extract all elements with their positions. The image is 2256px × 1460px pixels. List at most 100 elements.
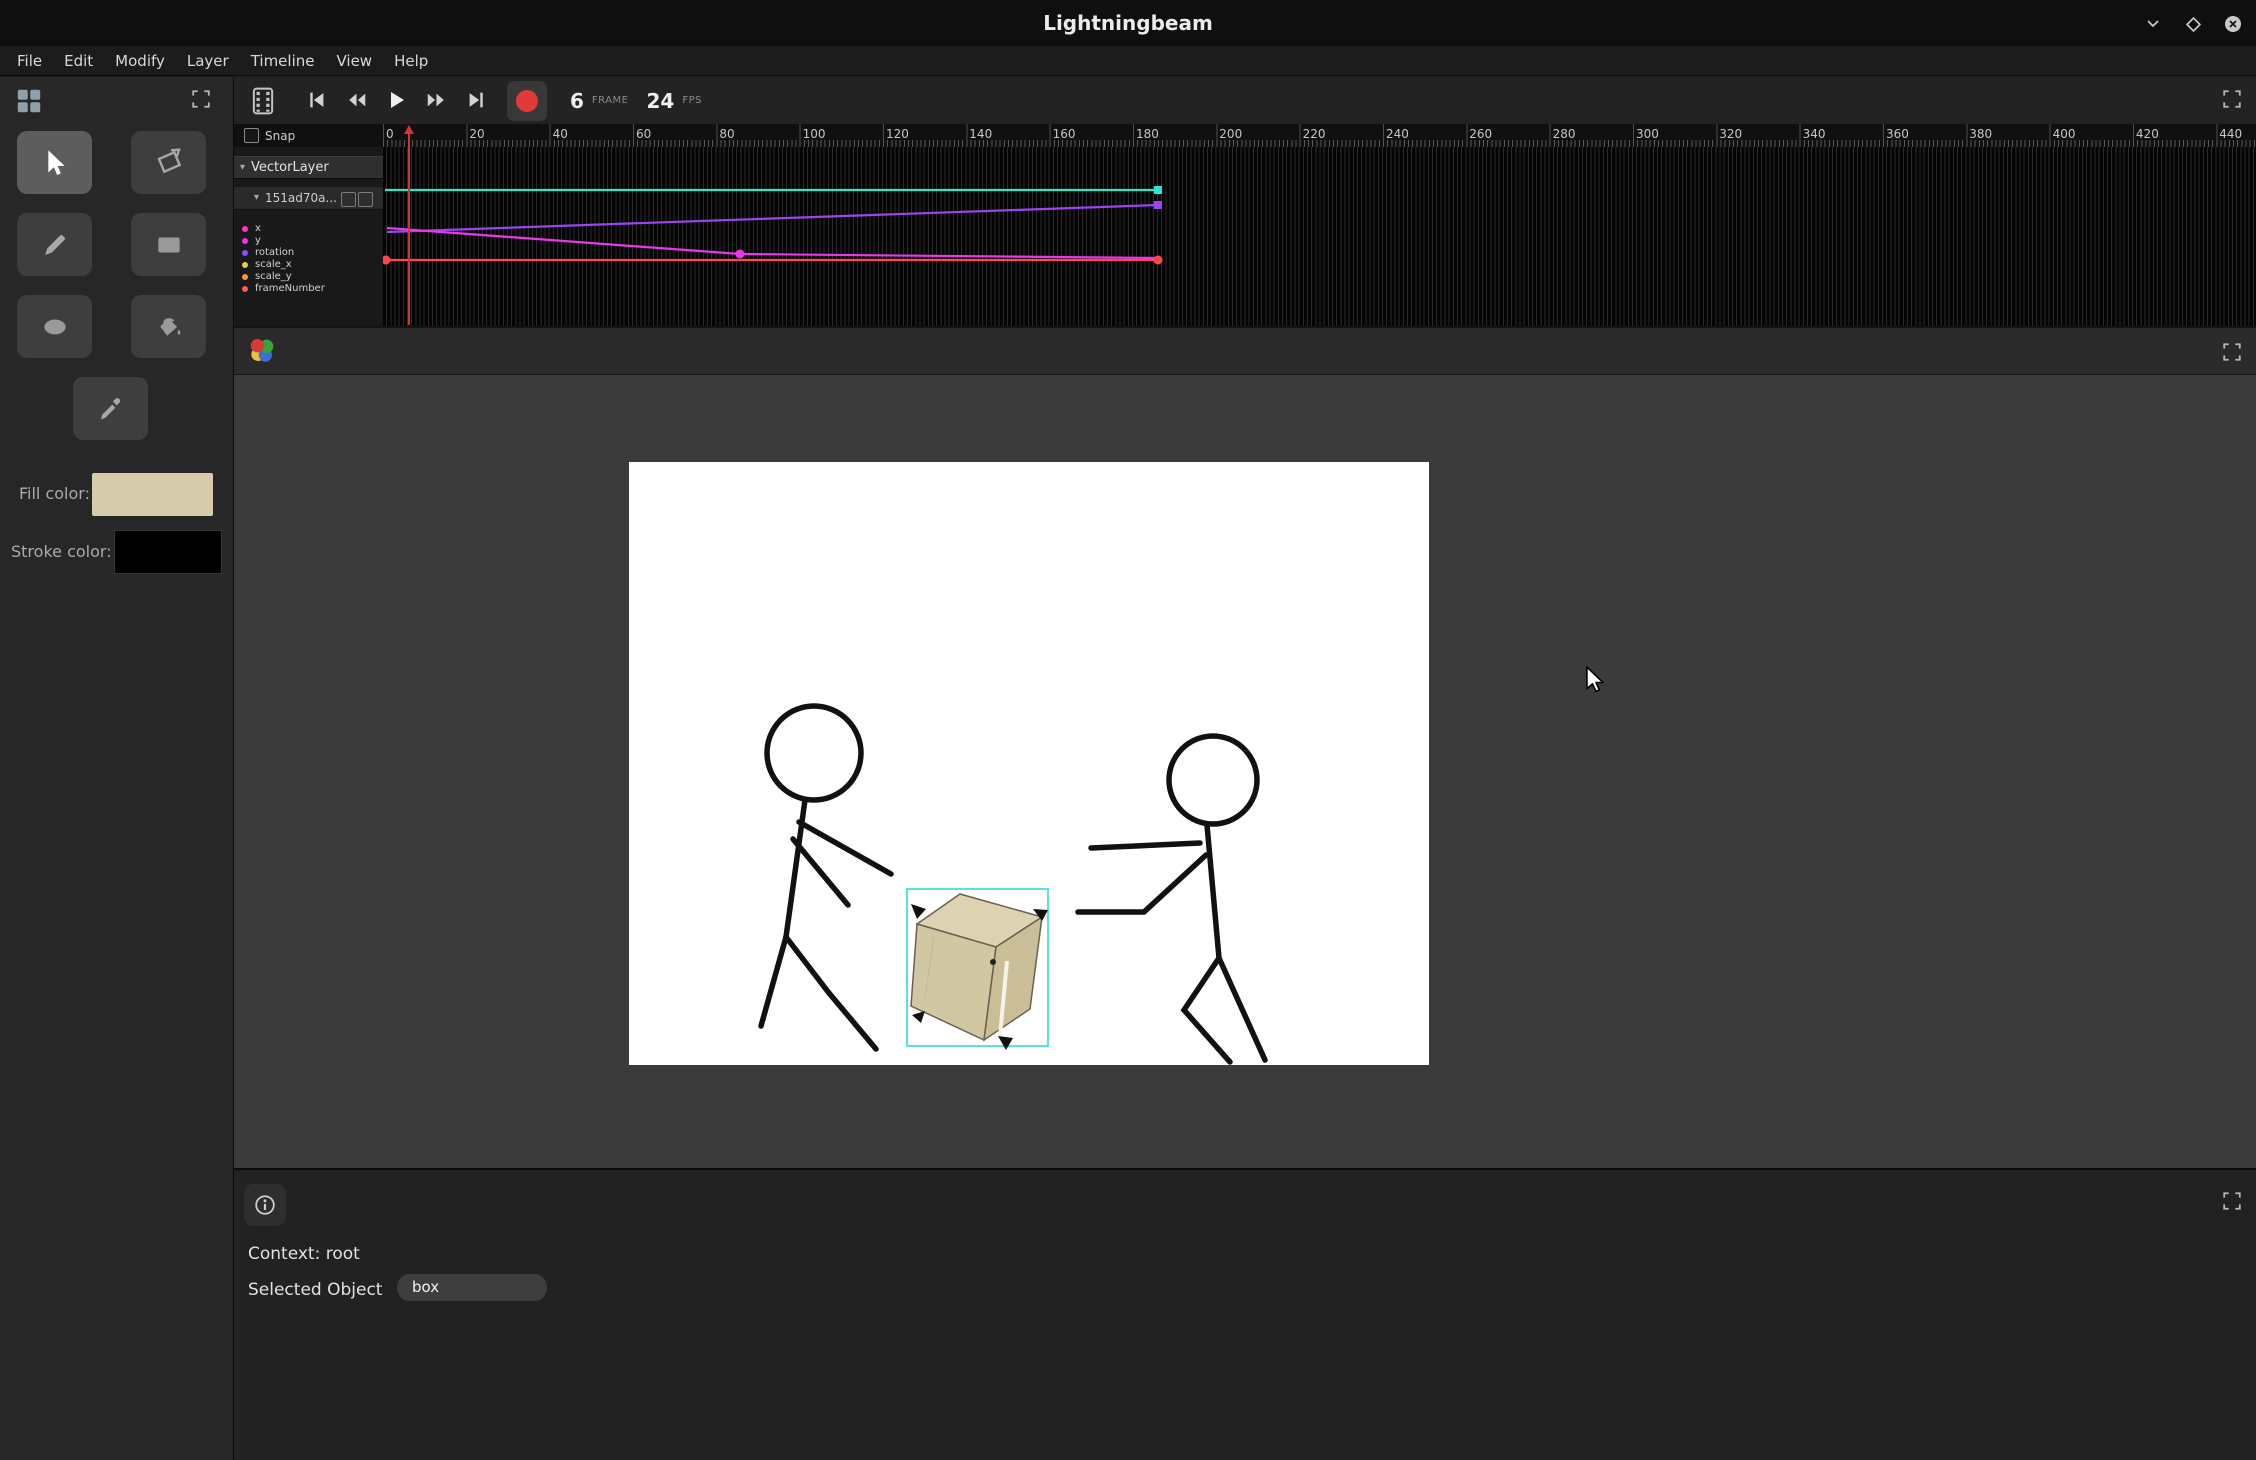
canvas-expand-button[interactable] bbox=[2219, 339, 2245, 365]
menu-file[interactable]: File bbox=[6, 46, 53, 76]
ruler-label: 0 bbox=[386, 127, 394, 141]
selected-object-box[interactable] bbox=[911, 894, 1042, 1040]
ruler-label: 300 bbox=[1636, 127, 1659, 141]
grid-icon bbox=[14, 86, 44, 116]
keyframe-marker[interactable] bbox=[1154, 186, 1162, 194]
keyframe-marker[interactable] bbox=[1154, 256, 1163, 265]
fast-forward-button[interactable] bbox=[419, 83, 453, 117]
tool-eyedropper-button[interactable] bbox=[73, 377, 148, 440]
selection-handle-nw[interactable] bbox=[911, 904, 926, 919]
property-row-x[interactable]: x bbox=[234, 223, 383, 235]
panel-grid-button[interactable] bbox=[8, 80, 50, 122]
menu-modify[interactable]: Modify bbox=[104, 46, 176, 76]
frame-counter: 6 FRAME 24 FPS bbox=[570, 77, 712, 124]
film-strip-icon bbox=[252, 87, 274, 115]
keyframe-marker[interactable] bbox=[736, 250, 745, 259]
ruler-label: 220 bbox=[1303, 127, 1326, 141]
menu-help[interactable]: Help bbox=[383, 46, 439, 76]
drawing-stage[interactable] bbox=[629, 462, 1429, 1065]
stage-artwork bbox=[629, 462, 1429, 1065]
mouse-cursor bbox=[1583, 666, 1607, 694]
skip-to-end-button[interactable] bbox=[459, 83, 493, 117]
tool-transform-button[interactable] bbox=[131, 131, 206, 194]
ruler-label: 100 bbox=[803, 127, 826, 141]
inspector-expand-button[interactable] bbox=[2219, 1188, 2245, 1214]
timeline-ruler[interactable]: 0204060801001201401601802002202402602803… bbox=[234, 124, 2256, 148]
record-button[interactable] bbox=[507, 81, 547, 121]
record-icon bbox=[514, 88, 540, 114]
pencil-icon bbox=[40, 230, 70, 260]
ruler-label: 60 bbox=[636, 127, 651, 141]
tool-ellipse-button[interactable] bbox=[17, 295, 92, 358]
maximize-button[interactable] bbox=[2182, 13, 2204, 35]
close-button[interactable] bbox=[2222, 13, 2244, 35]
property-row-rotation[interactable]: rotation bbox=[234, 247, 383, 259]
menu-edit[interactable]: Edit bbox=[53, 46, 104, 76]
menu-timeline[interactable]: Timeline bbox=[240, 46, 326, 76]
property-row-frameNumber[interactable]: frameNumber bbox=[234, 283, 383, 295]
selection-handle-s[interactable] bbox=[998, 1036, 1013, 1050]
tool-paint-bucket-button[interactable] bbox=[131, 295, 206, 358]
sublayer-collapse-triangle-icon[interactable]: ▾ bbox=[254, 193, 259, 203]
property-row-scale_y[interactable]: scale_y bbox=[234, 271, 383, 283]
layer-row-vectorlayer[interactable]: ▾ VectorLayer bbox=[234, 156, 383, 179]
layer-collapse-triangle-icon[interactable]: ▾ bbox=[240, 163, 245, 173]
menu-view[interactable]: View bbox=[325, 46, 383, 76]
property-row-scale_x[interactable]: scale_x bbox=[234, 259, 383, 271]
skip-to-start-button[interactable] bbox=[300, 83, 334, 117]
keyframe-color-dot bbox=[242, 226, 248, 232]
keyframe-marker[interactable] bbox=[383, 256, 391, 265]
menu-layer[interactable]: Layer bbox=[176, 46, 240, 76]
property-label: rotation bbox=[255, 248, 294, 258]
timeline-curves bbox=[383, 147, 2256, 326]
play-button[interactable] bbox=[379, 83, 413, 117]
keyframe-color-dot bbox=[242, 262, 248, 268]
property-label: scale_y bbox=[255, 272, 292, 282]
property-list: xy rotation scale_x scale_yframeNumber bbox=[234, 223, 383, 295]
curve-magenta[interactable] bbox=[387, 228, 1158, 258]
minimize-button[interactable] bbox=[2142, 13, 2164, 35]
fill-color-swatch[interactable] bbox=[92, 473, 213, 516]
fill-color-label: Fill color: bbox=[19, 484, 90, 503]
rewind-button[interactable] bbox=[340, 83, 374, 117]
titlebar: Lightningbeam bbox=[0, 0, 2256, 47]
film-frames-button[interactable] bbox=[245, 82, 281, 120]
selection-handle-sw[interactable] bbox=[912, 1011, 925, 1023]
ruler-label: 200 bbox=[1219, 127, 1242, 141]
frame-unit-label: FRAME bbox=[592, 95, 629, 106]
timeline-expand-button[interactable] bbox=[2219, 86, 2245, 112]
property-row-y[interactable]: y bbox=[234, 235, 383, 247]
curve-purple[interactable] bbox=[387, 205, 1158, 232]
tool-select-button[interactable] bbox=[17, 131, 92, 194]
stick-figure-left bbox=[761, 706, 891, 1049]
expand-icon bbox=[191, 89, 211, 109]
keyframe-marker[interactable] bbox=[1154, 201, 1162, 209]
canvas-panel bbox=[234, 328, 2256, 1168]
selected-object-value[interactable]: box bbox=[397, 1274, 547, 1301]
context-text: Context: root bbox=[248, 1244, 360, 1264]
tools-panel-expand-button[interactable] bbox=[188, 86, 214, 112]
info-button[interactable] bbox=[244, 1184, 286, 1226]
tool-rectangle-button[interactable] bbox=[131, 213, 206, 276]
property-label: scale_x bbox=[255, 260, 292, 270]
skip-start-icon bbox=[306, 89, 328, 111]
layer-row-object[interactable]: ▾ 151ad70a... bbox=[234, 187, 383, 210]
sublayer-name: 151ad70a... bbox=[265, 191, 337, 205]
layer-visibility-toggle[interactable] bbox=[341, 192, 356, 207]
ruler-label: 420 bbox=[2136, 127, 2159, 141]
fps-value: 24 bbox=[647, 89, 675, 113]
cursor-arrow-icon bbox=[39, 147, 71, 179]
tool-pencil-button[interactable] bbox=[17, 213, 92, 276]
transform-icon bbox=[153, 147, 185, 179]
stroke-color-swatch[interactable] bbox=[114, 530, 222, 574]
property-label: y bbox=[255, 236, 261, 246]
ruler-label: 20 bbox=[469, 127, 484, 141]
selection-center-point[interactable] bbox=[990, 959, 996, 965]
playhead-line[interactable] bbox=[408, 133, 410, 325]
property-label: x bbox=[255, 224, 261, 234]
layer-lock-toggle[interactable] bbox=[358, 192, 373, 207]
keyframe-color-dot bbox=[242, 250, 248, 256]
ruler-label: 180 bbox=[1136, 127, 1159, 141]
ruler-label: 320 bbox=[1719, 127, 1742, 141]
snap-checkbox[interactable] bbox=[244, 128, 259, 143]
